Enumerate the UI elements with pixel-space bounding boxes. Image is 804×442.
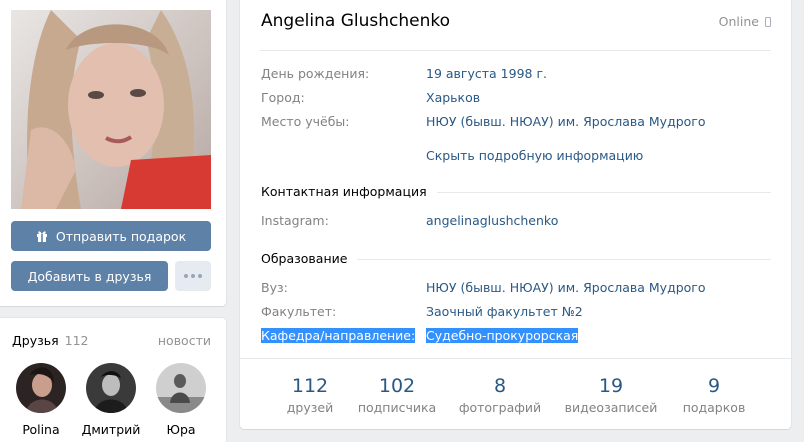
dot-icon (191, 274, 195, 278)
info-label: Вуз: (261, 280, 288, 295)
section-title: Контактная информация (261, 184, 437, 199)
divider (240, 358, 791, 359)
selected-text: Судебно-прокурорская (426, 328, 579, 343)
more-actions-button[interactable] (175, 261, 211, 291)
counter-followers[interactable]: 102 подписчика (347, 375, 447, 415)
info-label: Кафедра/направление: (261, 328, 421, 343)
friend-avatar (156, 363, 206, 413)
friend-name: Polina (22, 422, 60, 437)
counter-label: видеозаписей (564, 400, 658, 415)
study-link[interactable]: НЮУ (бывш. НЮАУ) им. Ярослава Мудрого (426, 114, 706, 129)
birthday-link[interactable]: 19 августа 1998 г. (426, 66, 547, 81)
section-title: Образование (261, 251, 358, 266)
counter-photos[interactable]: 8 фотографий (450, 375, 550, 415)
friends-header[interactable]: Друзья 112 (12, 333, 89, 348)
send-gift-button[interactable]: Отправить подарок (11, 221, 211, 251)
friends-title: Друзья (12, 333, 59, 348)
mobile-phone-icon (765, 16, 771, 27)
friends-news-link[interactable]: новости (158, 333, 211, 348)
chair-link[interactable]: Судебно-прокурорская (426, 328, 579, 343)
friend-name: Дмитрий (81, 422, 141, 437)
contacts-section-header: Контактная информация (261, 184, 771, 200)
counter-number: 19 (598, 375, 624, 397)
counter-number: 112 (291, 375, 329, 397)
counter-label: подписчика (357, 400, 437, 415)
dot-icon (184, 274, 188, 278)
gift-icon (36, 231, 47, 242)
dot-icon (198, 274, 202, 278)
education-section-header: Образование (261, 251, 771, 267)
counter-label: фотографий (458, 400, 542, 415)
divider (260, 50, 771, 51)
info-label: Место учёбы: (261, 114, 350, 129)
friends-block: Друзья 112 новости Polina Дмитрий Юра (0, 318, 226, 442)
online-status-text: Online (718, 14, 759, 29)
friend-avatar (86, 363, 136, 413)
city-link[interactable]: Харьков (426, 90, 480, 105)
online-status: Online (719, 14, 771, 29)
friend-avatar (16, 363, 66, 413)
friend-item[interactable]: Юра (151, 363, 211, 437)
profile-photo-card: Отправить подарок Добавить в друзья (0, 0, 226, 306)
add-friend-label: Добавить в друзья (27, 268, 152, 284)
hide-details-link[interactable]: Скрыть подробную информацию (426, 148, 643, 163)
profile-name: Angelina Glushchenko (261, 11, 450, 31)
counter-number: 102 (378, 375, 416, 397)
info-label: Город: (261, 90, 305, 105)
counter-number: 9 (707, 375, 721, 397)
selected-text: Кафедра/направление: (261, 328, 416, 343)
profile-photo[interactable] (11, 10, 211, 209)
counter-label: друзей (286, 400, 334, 415)
send-gift-label: Отправить подарок (55, 228, 187, 244)
counter-gifts[interactable]: 9 подарков (664, 375, 764, 415)
info-label: День рождения: (261, 66, 370, 81)
info-label: Факультет: (261, 304, 337, 319)
friend-item[interactable]: Polina (11, 363, 71, 437)
instagram-link[interactable]: angelinaglushchenko (426, 213, 558, 228)
counter-number: 8 (493, 375, 507, 397)
counter-videos[interactable]: 19 видеозаписей (561, 375, 661, 415)
friend-name: Юра (166, 422, 196, 437)
university-link[interactable]: НЮУ (бывш. НЮАУ) им. Ярослава Мудрого (426, 280, 706, 295)
counter-friends[interactable]: 112 друзей (260, 375, 360, 415)
counter-label: подарков (682, 400, 746, 415)
profile-info-card: Angelina Glushchenko Online День рождени… (240, 0, 791, 429)
faculty-link[interactable]: Заочный факультет №2 (426, 304, 583, 319)
add-friend-button[interactable]: Добавить в друзья (11, 261, 168, 291)
friend-item[interactable]: Дмитрий (81, 363, 141, 437)
friends-count: 112 (64, 333, 89, 348)
info-label: Instagram: (261, 213, 329, 228)
